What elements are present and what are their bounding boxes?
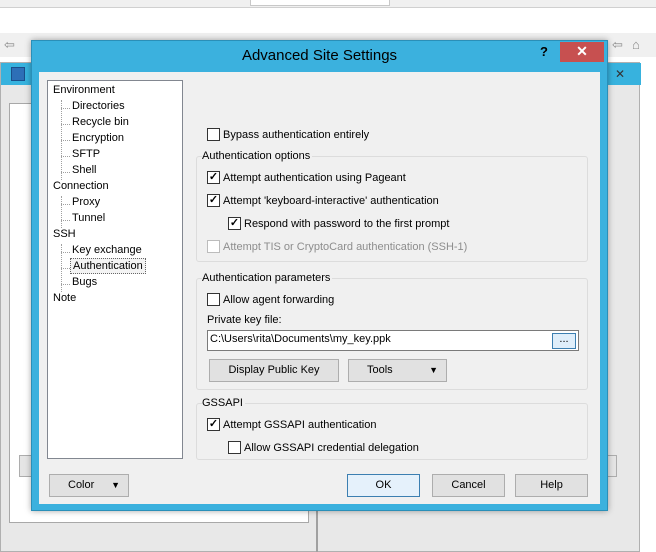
tree-connector: [61, 284, 70, 285]
color-dropdown-button[interactable]: Color ▼: [49, 474, 129, 497]
check-icon[interactable]: ✓: [207, 418, 220, 431]
gssapi-authentication-label: Attempt GSSAPI authentication: [223, 418, 377, 431]
tree-item-authentication[interactable]: Authentication: [70, 258, 146, 274]
checkbox-box[interactable]: [207, 128, 220, 141]
tree-item-shell[interactable]: Shell: [72, 163, 96, 177]
back-icon: ⇦: [612, 37, 623, 52]
tree-connector: [61, 220, 70, 221]
tree-connector: [61, 172, 70, 173]
bypass-authentication-label: Bypass authentication entirely: [223, 128, 370, 141]
agent-forwarding-checkbox[interactable]: Allow agent forwarding: [207, 293, 334, 306]
keyboard-interactive-checkbox[interactable]: ✓ Attempt 'keyboard-interactive' authent…: [207, 194, 439, 207]
help-icon[interactable]: ?: [529, 42, 559, 62]
dialog-body: Environment Directories Recycle bin Encr…: [39, 72, 600, 504]
keyboard-interactive-label: Attempt 'keyboard-interactive' authentic…: [223, 194, 439, 207]
close-icon[interactable]: ✕: [560, 42, 604, 62]
tree-item-tunnel[interactable]: Tunnel: [72, 211, 105, 225]
ok-button[interactable]: OK: [347, 474, 420, 497]
tree-connector: [61, 108, 70, 109]
tools-label: Tools: [367, 364, 393, 376]
tools-dropdown-button[interactable]: Tools ▼: [348, 359, 447, 382]
gssapi-delegation-checkbox[interactable]: Allow GSSAPI credential delegation: [228, 441, 419, 454]
private-key-value[interactable]: C:\Users\rita\Documents\my_key.ppk: [210, 333, 391, 345]
gssapi-delegation-label: Allow GSSAPI credential delegation: [244, 441, 419, 454]
tree-connector: [61, 196, 62, 228]
back-icon: ⇦: [4, 37, 15, 52]
color-label: Color: [68, 479, 95, 491]
tree-item-note[interactable]: Note: [53, 291, 76, 305]
private-key-field[interactable]: C:\Users\rita\Documents\my_key.ppk ...: [207, 330, 579, 351]
tree-connector: [61, 252, 70, 253]
pageant-label: Attempt authentication using Pageant: [223, 171, 406, 184]
tree-item-recycle-bin[interactable]: Recycle bin: [72, 115, 129, 129]
dialog-title: Advanced Site Settings: [241, 47, 398, 64]
check-icon[interactable]: ✓: [228, 217, 241, 230]
display-public-key-button[interactable]: Display Public Key: [209, 359, 339, 382]
tree-item-encryption[interactable]: Encryption: [72, 131, 124, 145]
home-icon: ⌂: [632, 37, 640, 52]
advanced-site-settings-dialog: Advanced Site Settings ? ✕ Environment D…: [31, 40, 608, 511]
check-icon[interactable]: ✓: [207, 171, 220, 184]
tis-cryptocard-checkbox: Attempt TIS or CryptoCard authentication…: [207, 240, 467, 253]
checkbox-box: [207, 240, 220, 253]
tree-item-sftp[interactable]: SFTP: [72, 147, 100, 161]
checkbox-box[interactable]: [228, 441, 241, 454]
tree-connector: [61, 124, 70, 125]
tree-item-ssh[interactable]: SSH: [53, 227, 76, 241]
tree-connector: [61, 268, 70, 269]
help-button[interactable]: Help: [515, 474, 588, 497]
tree-connector: [61, 204, 70, 205]
gssapi-title: GSSAPI: [202, 397, 245, 409]
respond-password-checkbox[interactable]: ✓ Respond with password to the first pro…: [228, 217, 449, 230]
tree-connector: [61, 156, 70, 157]
chevron-down-icon: ▼: [111, 480, 120, 490]
gssapi-authentication-checkbox[interactable]: ✓ Attempt GSSAPI authentication: [207, 418, 376, 431]
private-key-label: Private key file:: [207, 314, 282, 326]
pageant-checkbox[interactable]: ✓ Attempt authentication using Pageant: [207, 171, 406, 184]
respond-password-label: Respond with password to the first promp…: [244, 217, 450, 230]
chevron-down-icon: ▼: [429, 365, 438, 375]
agent-forwarding-label: Allow agent forwarding: [223, 293, 335, 306]
check-icon[interactable]: ✓: [207, 194, 220, 207]
settings-tree[interactable]: Environment Directories Recycle bin Encr…: [47, 80, 183, 459]
background-input: [250, 0, 390, 6]
authentication-options-title: Authentication options: [202, 150, 313, 162]
tree-item-bugs[interactable]: Bugs: [72, 275, 97, 289]
tree-item-directories[interactable]: Directories: [72, 99, 125, 113]
browse-button[interactable]: ...: [552, 333, 576, 349]
background-toolbar-strip: [0, 0, 656, 8]
background-close-icon: ✕: [614, 67, 626, 81]
cancel-button[interactable]: Cancel: [432, 474, 505, 497]
tree-item-environment[interactable]: Environment: [53, 83, 115, 97]
tree-connector: [61, 140, 70, 141]
tree-item-connection[interactable]: Connection: [53, 179, 109, 193]
tree-item-key-exchange[interactable]: Key exchange: [72, 243, 142, 257]
bypass-authentication-checkbox[interactable]: Bypass authentication entirely: [207, 128, 369, 141]
tree-item-proxy[interactable]: Proxy: [72, 195, 100, 209]
app-icon: [11, 67, 25, 81]
checkbox-box[interactable]: [207, 293, 220, 306]
tis-cryptocard-label: Attempt TIS or CryptoCard authentication…: [223, 240, 468, 253]
authentication-parameters-title: Authentication parameters: [202, 272, 333, 284]
dialog-titlebar: Advanced Site Settings ? ✕: [32, 41, 607, 72]
